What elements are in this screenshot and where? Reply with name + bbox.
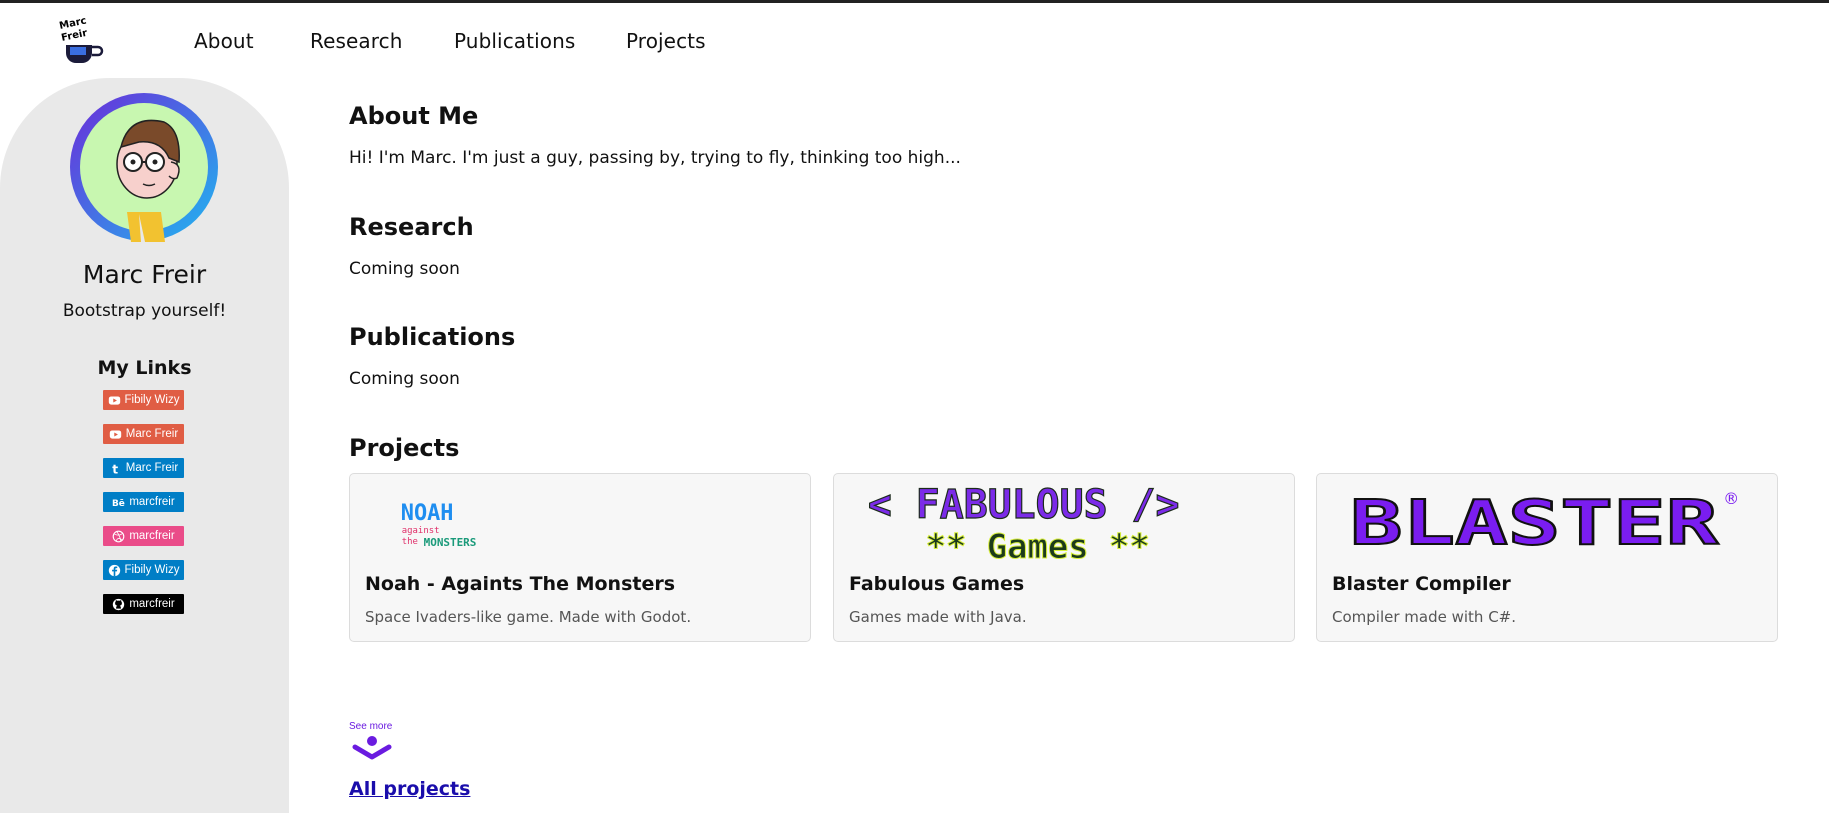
blaster-logo: BLASTER ®: [1349, 486, 1739, 560]
fabulous-logo-title: < FABULOUS />: [868, 482, 1180, 528]
see-more-label[interactable]: See more: [349, 721, 392, 732]
youtube-icon: [108, 395, 120, 405]
card-title: Blaster Compiler: [1332, 573, 1511, 595]
badge-label: Fibily Wizy: [124, 394, 180, 406]
svg-text:t: t: [112, 462, 118, 475]
badge-label: Marc Freir: [125, 462, 179, 474]
fabulous-games-logo: < FABULOUS /> ** Games **: [867, 482, 1180, 566]
youtube-icon: [109, 429, 121, 439]
behance-link[interactable]: Bē marcfreir: [103, 492, 184, 512]
nav-publications[interactable]: Publications: [454, 29, 575, 53]
dribbble-link[interactable]: marcfreir: [103, 526, 184, 546]
facebook-icon: [108, 564, 120, 576]
badge-label: marcfreir: [129, 598, 175, 610]
avatar: [70, 93, 218, 242]
github-link[interactable]: marcfreir: [103, 594, 184, 614]
blaster-logo-title: BLASTER: [1350, 487, 1720, 559]
noah-logo: NOAH against the MONSTERS: [401, 501, 477, 549]
card-description: Space Ivaders-like game. Made with Godot…: [365, 608, 692, 626]
profile-name: Marc Freir: [82, 260, 207, 289]
all-projects-link[interactable]: All projects: [349, 778, 470, 800]
card-description: Compiler made with C#.: [1332, 608, 1517, 626]
fabulous-logo-subtitle: ** Games **: [926, 527, 1150, 566]
noah-logo-subtitle: MONSTERS: [424, 536, 477, 549]
badge-label: marcfreir: [129, 496, 175, 508]
behance-icon: Bē: [112, 498, 125, 508]
project-card-blaster[interactable]: BLASTER ® Blaster Compiler Compiler made…: [1316, 473, 1778, 642]
github-icon: [113, 598, 125, 610]
about-text: Hi! I'm Marc. I'm just a guy, passing by…: [349, 148, 961, 168]
research-title: Research: [349, 213, 474, 241]
youtube-link-marc-freir[interactable]: Marc Freir: [103, 424, 184, 444]
publications-title: Publications: [349, 323, 516, 351]
tumblr-icon: t: [112, 462, 118, 475]
site-logo[interactable]: Marc Freir: [58, 17, 108, 63]
svg-text:Bē: Bē: [112, 498, 125, 508]
navbar: Marc Freir About Research Publications P…: [0, 3, 1829, 77]
youtube-link-fibily-wizy[interactable]: Fibily Wizy: [103, 390, 184, 410]
noah-logo-title: NOAH: [401, 501, 454, 526]
project-card-noah[interactable]: NOAH against the MONSTERS Noah - Againts…: [349, 473, 811, 642]
tumblr-link[interactable]: t Marc Freir: [103, 458, 184, 478]
projects-title: Projects: [349, 434, 460, 462]
about-title: About Me: [349, 102, 479, 130]
nav-research[interactable]: Research: [310, 29, 403, 53]
profile-tagline: Bootstrap yourself!: [62, 301, 227, 321]
research-text: Coming soon: [349, 259, 460, 279]
badge-label: Marc Freir: [125, 428, 179, 440]
nav-about[interactable]: About: [194, 29, 254, 53]
nav-projects[interactable]: Projects: [626, 29, 706, 53]
dribbble-icon: [112, 530, 125, 542]
card-description: Games made with Java.: [849, 608, 1027, 626]
badge-label: Fibily Wizy: [124, 564, 180, 576]
badge-label: marcfreir: [129, 530, 175, 542]
noah-logo-subtitle: the: [402, 537, 418, 547]
card-title: Noah - Againts The Monsters: [365, 573, 676, 595]
noah-logo-subtitle: against: [402, 526, 440, 536]
card-title: Fabulous Games: [849, 573, 1025, 595]
blaster-logo-mark: ®: [1723, 489, 1739, 508]
chevron-down-icon[interactable]: [352, 734, 392, 760]
links-heading: My Links: [97, 357, 192, 379]
publications-text: Coming soon: [349, 369, 460, 389]
facebook-link[interactable]: Fibily Wizy: [103, 560, 184, 580]
project-card-fabulous[interactable]: < FABULOUS /> ** Games ** Fabulous Games…: [833, 473, 1295, 642]
